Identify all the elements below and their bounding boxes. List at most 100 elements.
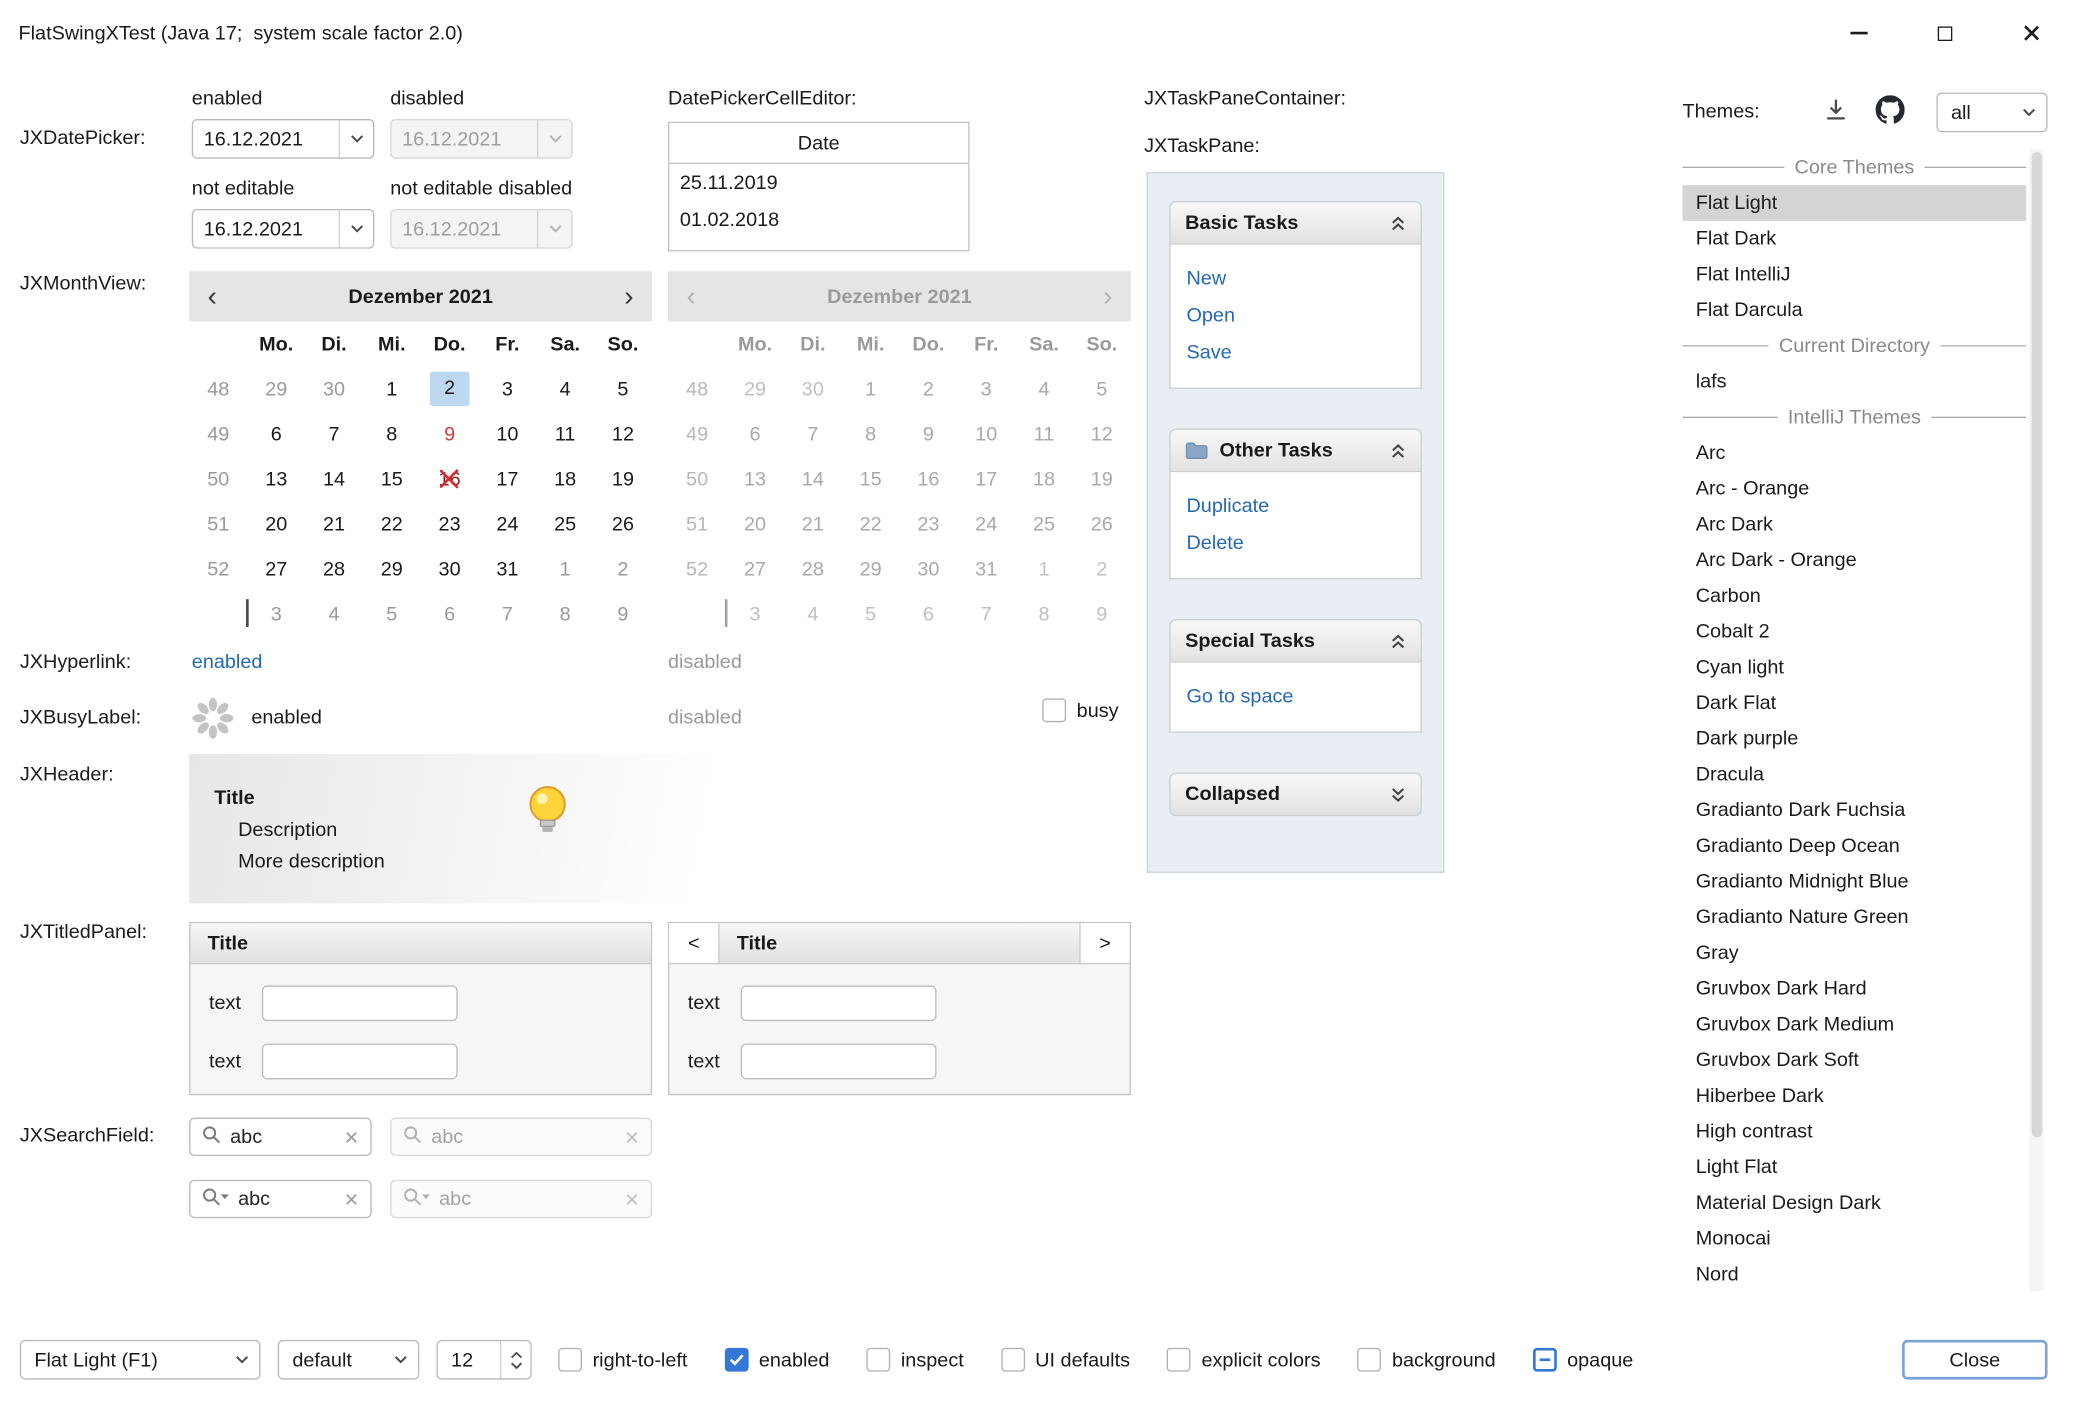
taskpane-header[interactable]: Collapsed <box>1169 772 1422 816</box>
checkbox-box[interactable] <box>1001 1348 1025 1372</box>
spinner-value[interactable]: 12 <box>438 1341 500 1378</box>
scrollbar-thumb[interactable] <box>2031 152 2042 1137</box>
taskpane-link-new[interactable]: New <box>1186 261 1404 298</box>
taskpane-link-open[interactable]: Open <box>1186 298 1404 335</box>
calendar-day[interactable]: 23 <box>421 501 479 546</box>
table-row[interactable]: 25.11.2019 <box>669 164 968 201</box>
collapse-icon[interactable] <box>1390 633 1406 649</box>
calendar-day[interactable]: 5 <box>363 591 421 636</box>
calendar-day[interactable]: 27 <box>247 546 305 591</box>
theme-item-gradianto-nature-green[interactable]: Gradianto Nature Green <box>1682 899 2026 935</box>
calendar-day[interactable]: 29 <box>363 546 421 591</box>
calendar-day[interactable]: 8 <box>363 411 421 456</box>
calendar-day[interactable]: 24 <box>478 501 536 546</box>
github-button[interactable] <box>1873 95 1907 129</box>
checkbox-box[interactable] <box>558 1348 582 1372</box>
themes-scrollbar[interactable] <box>2029 149 2044 1290</box>
collapse-icon[interactable] <box>1390 442 1406 458</box>
calendar-day[interactable]: 21 <box>305 501 363 546</box>
calendar-day[interactable]: 3 <box>247 591 305 636</box>
calendar-day[interactable]: 15 <box>363 456 421 501</box>
calendar-day[interactable]: 1 <box>536 546 594 591</box>
calendar-day[interactable]: 6 <box>421 591 479 636</box>
theme-select-combo[interactable]: Flat Light (F1) <box>20 1340 261 1380</box>
calendar-day[interactable]: 8 <box>536 591 594 636</box>
calendar-day[interactable]: 28 <box>305 546 363 591</box>
calendar-day[interactable]: 25 <box>536 501 594 546</box>
checkbox-background[interactable]: background <box>1358 1348 1496 1372</box>
datepicker-value[interactable]: 16.12.2021 <box>193 210 338 247</box>
calendar-day[interactable]: 10 <box>478 411 536 456</box>
text-input[interactable] <box>741 985 937 1021</box>
theme-item-gruvbox-dark-medium[interactable]: Gruvbox Dark Medium <box>1682 1007 2026 1043</box>
checkbox-ui-defaults[interactable]: UI defaults <box>1001 1348 1130 1372</box>
theme-item-dark-flat[interactable]: Dark Flat <box>1682 685 2026 721</box>
clear-search-icon[interactable]: × <box>345 1187 359 1211</box>
font-size-spinner[interactable]: 12 <box>436 1340 531 1380</box>
search-menu-icon[interactable] <box>201 1186 230 1212</box>
search-input[interactable] <box>238 1188 337 1210</box>
calendar-day[interactable]: 19 <box>594 456 652 501</box>
datepicker-dropdown-button[interactable] <box>339 210 373 247</box>
theme-item-arc-dark-orange[interactable]: Arc Dark - Orange <box>1682 542 2026 578</box>
calendar-day[interactable]: 7 <box>305 411 363 456</box>
theme-item-arc[interactable]: Arc <box>1682 435 2026 471</box>
calendar-day[interactable]: 13 <box>247 456 305 501</box>
theme-item-flat-light[interactable]: Flat Light <box>1682 185 2026 221</box>
theme-item-carbon[interactable]: Carbon <box>1682 578 2026 614</box>
calendar-day[interactable]: 6 <box>247 411 305 456</box>
theme-item-gruvbox-dark-soft[interactable]: Gruvbox Dark Soft <box>1682 1042 2026 1078</box>
table-row[interactable]: 01.02.2018 <box>669 201 968 238</box>
font-select-combo[interactable]: default <box>278 1340 420 1380</box>
checkbox-inspect[interactable]: inspect <box>866 1348 963 1372</box>
taskpane-header[interactable]: Other Tasks <box>1169 429 1422 473</box>
taskpane-header[interactable]: Basic Tasks <box>1169 201 1422 245</box>
calendar-day[interactable]: 26 <box>594 501 652 546</box>
expand-icon[interactable] <box>1390 786 1406 802</box>
taskpane-header[interactable]: Special Tasks <box>1169 619 1422 663</box>
theme-item-cyan-light[interactable]: Cyan light <box>1682 649 2026 685</box>
taskpane-link-delete[interactable]: Delete <box>1186 525 1404 562</box>
calendar-day[interactable]: 30 <box>421 546 479 591</box>
theme-item-hiberbee-dark[interactable]: Hiberbee Dark <box>1682 1078 2026 1114</box>
collapse-icon[interactable] <box>1390 215 1406 231</box>
theme-item-monocai[interactable]: Monocai <box>1682 1221 2026 1257</box>
checkbox-box[interactable] <box>1358 1348 1382 1372</box>
datepicker-enabled[interactable]: 16.12.2021 <box>192 119 375 159</box>
checkbox-busy[interactable]: busy <box>1042 698 1118 722</box>
calendar-day[interactable]: 17 <box>478 456 536 501</box>
theme-item-arc-dark[interactable]: Arc Dark <box>1682 507 2026 543</box>
theme-item-flat-intellij[interactable]: Flat IntelliJ <box>1682 257 2026 293</box>
checkbox-right-to-left[interactable]: right-to-left <box>558 1348 687 1372</box>
calendar-day[interactable]: 2 <box>594 546 652 591</box>
theme-item-gruvbox-dark-hard[interactable]: Gruvbox Dark Hard <box>1682 971 2026 1007</box>
taskpane-link-save[interactable]: Save <box>1186 335 1404 372</box>
calendar-day[interactable]: 30 <box>305 366 363 411</box>
checkbox-box[interactable] <box>1167 1348 1191 1372</box>
theme-item-gradianto-dark-fuchsia[interactable]: Gradianto Dark Fuchsia <box>1682 792 2026 828</box>
checkbox-box[interactable] <box>1533 1348 1557 1372</box>
hyperlink-enabled[interactable]: enabled <box>192 651 263 675</box>
panel-nav-right-button[interactable]: > <box>1079 923 1129 963</box>
calendar-day[interactable]: 3 <box>478 366 536 411</box>
theme-item-gradianto-deep-ocean[interactable]: Gradianto Deep Ocean <box>1682 828 2026 864</box>
theme-item-nord[interactable]: Nord <box>1682 1257 2026 1291</box>
calendar-day[interactable]: 16 <box>421 456 479 501</box>
taskpane-link-go-to-space[interactable]: Go to space <box>1186 679 1404 716</box>
datepicker-not-editable[interactable]: 16.12.2021 <box>192 209 375 249</box>
calendar-day[interactable]: 1 <box>363 366 421 411</box>
minimize-button[interactable] <box>1816 0 1902 66</box>
taskpane-link-duplicate[interactable]: Duplicate <box>1186 488 1404 525</box>
panel-nav-left-button[interactable]: < <box>669 923 719 963</box>
table-column-header[interactable]: Date <box>669 123 968 164</box>
calendar-day[interactable]: 18 <box>536 456 594 501</box>
clear-search-icon[interactable]: × <box>345 1125 359 1149</box>
calendar-day[interactable]: 9 <box>594 591 652 636</box>
calendar-day[interactable]: 31 <box>478 546 536 591</box>
calendar-day[interactable]: 11 <box>536 411 594 456</box>
theme-item-flat-dark[interactable]: Flat Dark <box>1682 221 2026 257</box>
calendar-day[interactable]: 7 <box>478 591 536 636</box>
calendar-day[interactable]: 14 <box>305 456 363 501</box>
search-field-enabled[interactable]: × <box>189 1118 372 1156</box>
checkbox-enabled[interactable]: enabled <box>724 1348 829 1372</box>
